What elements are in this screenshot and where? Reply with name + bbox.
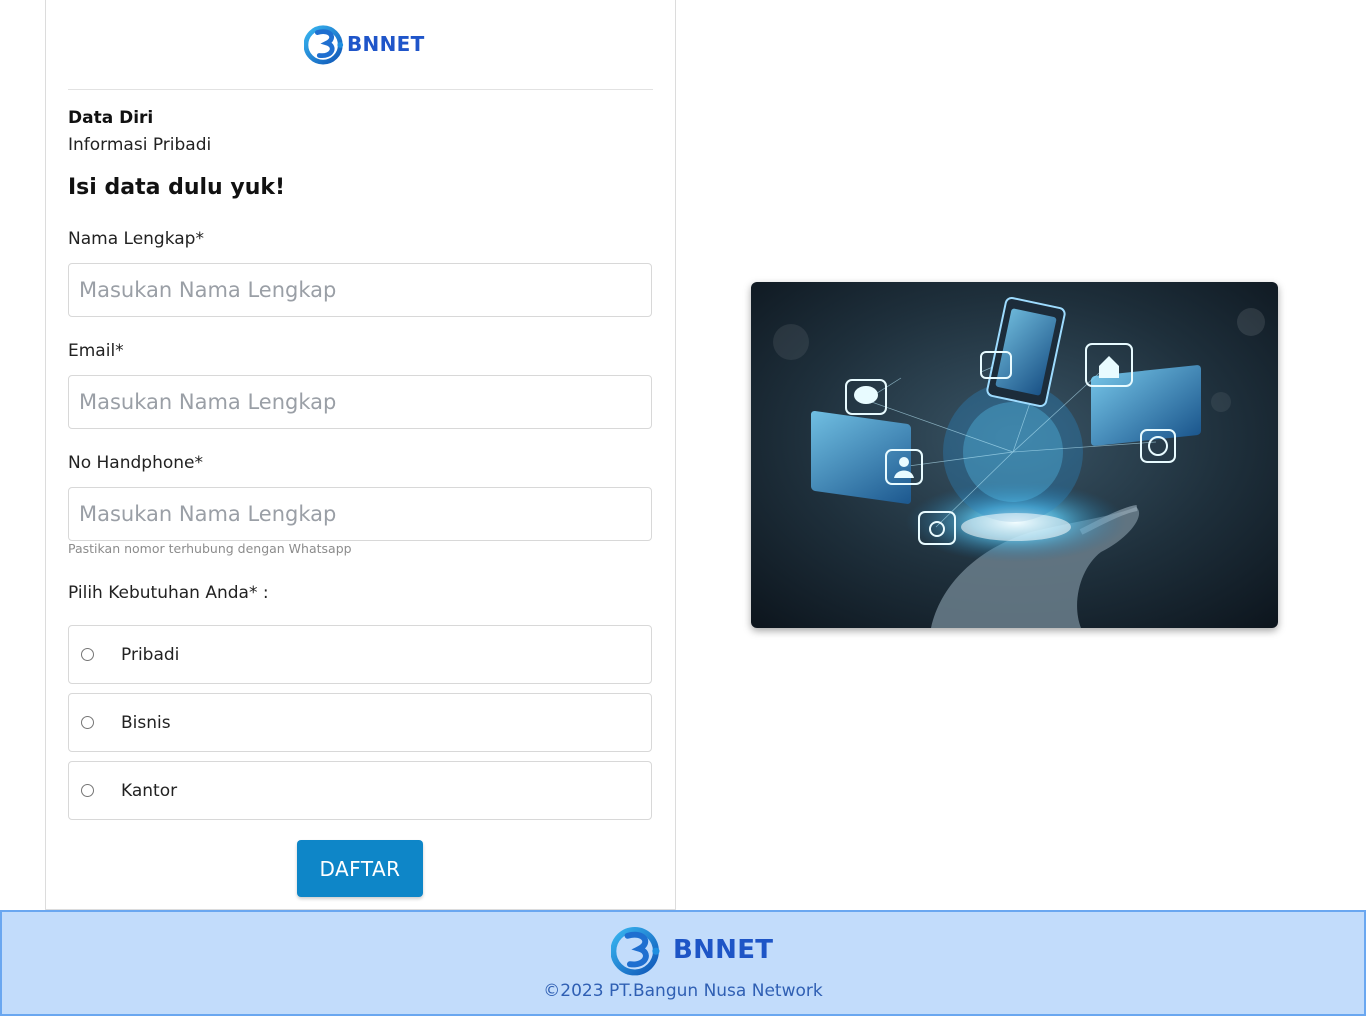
option-pribadi[interactable]: Pribadi (68, 625, 652, 684)
section-title: Data Diri (68, 108, 154, 128)
section-subtitle: Informasi Pribadi (68, 135, 212, 155)
brand-name: BNNET (347, 32, 425, 56)
option-kantor-radio[interactable] (81, 784, 94, 797)
full-name-label: Nama Lengkap* (68, 229, 204, 249)
footer-brand-name: BNNET (673, 935, 774, 965)
option-kantor-label: Kantor (121, 780, 178, 801)
form-heading: Isi data dulu yuk! (68, 175, 286, 200)
phone-input[interactable] (68, 487, 652, 541)
copyright-text: ©2023 PT.Bangun Nusa Network (543, 981, 823, 1001)
technology-network-hand-image (751, 282, 1278, 628)
brand-header: BNNET (304, 22, 425, 66)
bnnet-logo-icon (611, 926, 660, 976)
email-label: Email* (68, 341, 124, 361)
full-name-input[interactable] (68, 263, 652, 317)
phone-hint: Pastikan nomor terhubung dengan Whatsapp (68, 541, 352, 556)
daftar-button[interactable]: DAFTAR (297, 840, 423, 897)
option-pribadi-label: Pribadi (121, 644, 180, 665)
option-pribadi-radio[interactable] (81, 648, 94, 661)
needs-label: Pilih Kebutuhan Anda* : (68, 583, 269, 603)
footer: BNNET ©2023 PT.Bangun Nusa Network (0, 910, 1366, 1016)
option-kantor[interactable]: Kantor (68, 761, 652, 820)
email-input[interactable] (68, 375, 652, 429)
footer-brand: BNNET (611, 923, 773, 977)
phone-label: No Handphone* (68, 453, 203, 473)
option-bisnis-label: Bisnis (121, 712, 171, 733)
option-bisnis[interactable]: Bisnis (68, 693, 652, 752)
option-bisnis-radio[interactable] (81, 716, 94, 729)
hero-image (751, 282, 1278, 628)
header-divider (68, 89, 653, 90)
bnnet-logo-icon (304, 25, 344, 65)
registration-card: BNNET Data Diri Informasi Pribadi Isi da… (45, 0, 676, 910)
